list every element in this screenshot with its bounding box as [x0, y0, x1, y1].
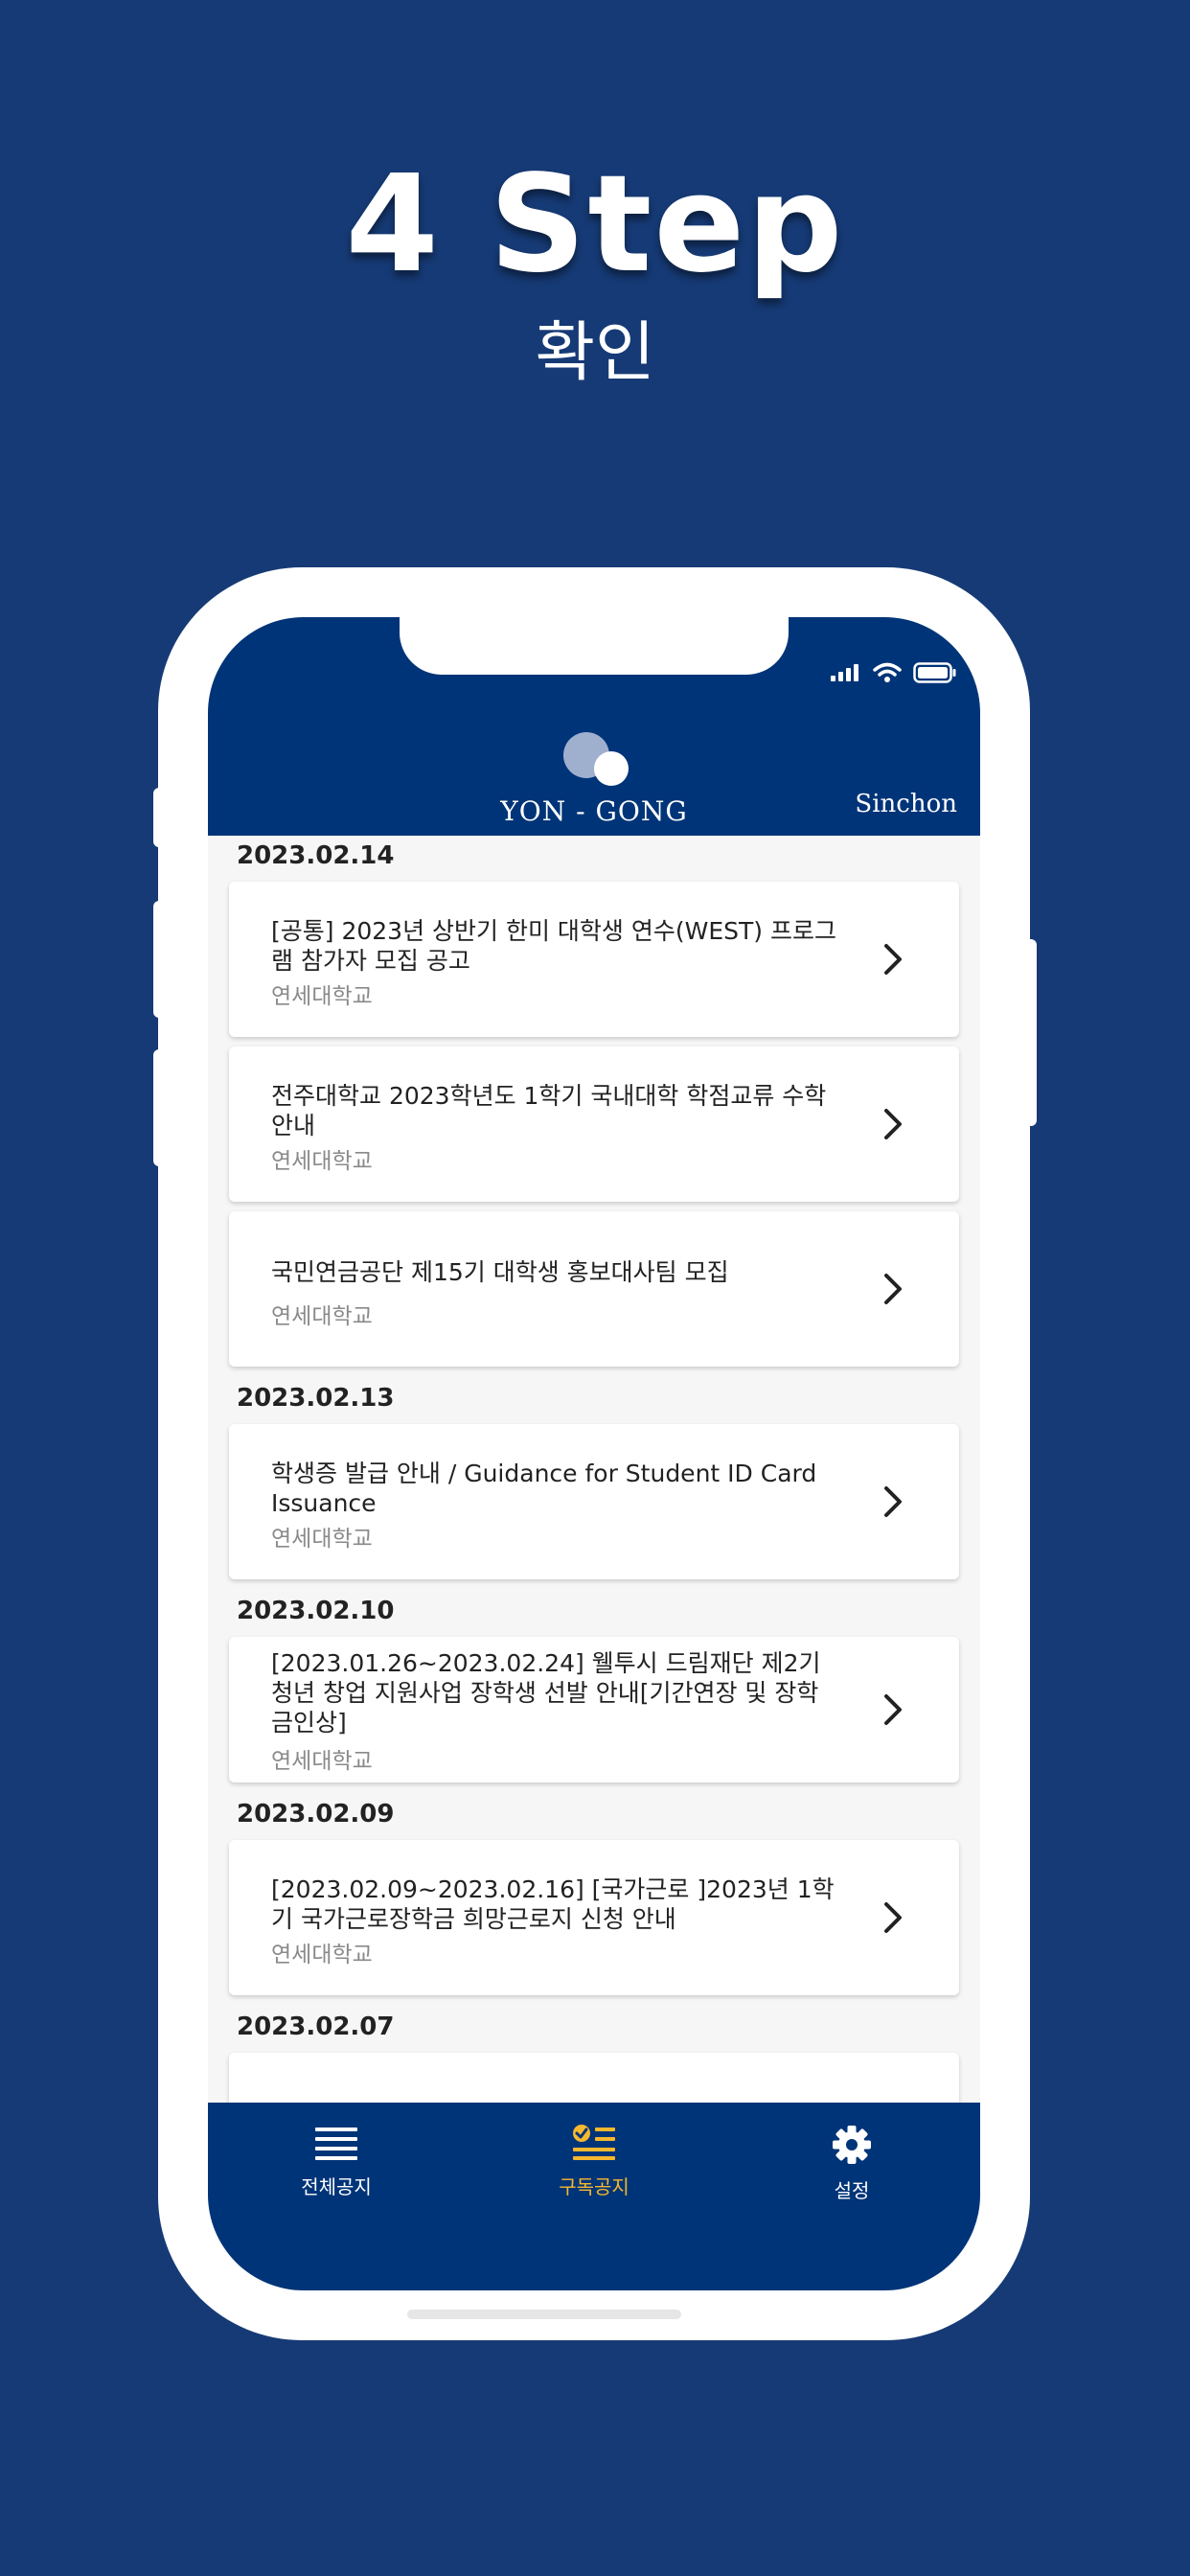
notice-source: 연세대학교 — [271, 1149, 373, 1174]
notice-list[interactable]: 2023.02.14 [공통] 2023년 상반기 한미 대학생 연수(WEST… — [208, 836, 980, 2103]
date-header: 2023.02.07 — [237, 2012, 395, 2041]
chevron-right-icon — [884, 944, 902, 975]
chevron-right-icon — [884, 1274, 902, 1304]
date-header: 2023.02.13 — [237, 1384, 395, 1413]
gear-icon — [833, 2126, 871, 2164]
notice-source: 연세대학교 — [271, 1749, 373, 1774]
date-header: 2023.02.10 — [237, 1597, 395, 1625]
notice-title: [공통] 2023년 상반기 한미 대학생 연수(WEST) 프로그램 참가자 … — [271, 917, 836, 975]
date-header: 2023.02.14 — [237, 841, 395, 870]
date-header: 2023.02.09 — [237, 1800, 395, 1828]
notice-title: 국민연금공단 제15기 대학생 홍보대사팀 모집 — [271, 1258, 729, 1286]
status-bar — [831, 659, 957, 686]
tab-label: 설정 — [834, 2179, 870, 2202]
promo-subtitle: 확인 — [535, 315, 655, 391]
notice-title: 학생증 발급 안내 / Guidance for Student ID Card… — [271, 1460, 817, 1517]
notice-source: 연세대학교 — [271, 1304, 373, 1329]
notice-title: [2023.01.26~2023.02.24] 웰투시 드림재단 제2기 청년 … — [271, 1649, 821, 1736]
battery-icon — [913, 662, 956, 683]
tab-settings[interactable]: 설정 — [756, 2124, 948, 2203]
home-indicator[interactable] — [407, 2310, 681, 2319]
chevron-right-icon — [884, 1902, 902, 1933]
chevron-right-icon — [884, 1109, 902, 1139]
notice-card[interactable]: [공통] 2023년 상반기 한미 대학생 연수(WEST) 프로그램 참가자 … — [229, 882, 959, 1037]
notice-source: 연세대학교 — [271, 1527, 373, 1552]
phone-screen: YON - GONG Sinchon 2023.02.14 [공통] 2023년… — [208, 617, 980, 2290]
notice-title: [2023.02.09~2023.02.16] [국가근로 ]2023년 1학기… — [271, 1875, 835, 1933]
logo-mark — [556, 732, 632, 790]
tab-label: 구독공지 — [559, 2175, 629, 2198]
chevron-right-icon — [884, 1486, 902, 1517]
phone-frame: YON - GONG Sinchon 2023.02.14 [공통] 2023년… — [158, 567, 1030, 2340]
notice-source: 연세대학교 — [271, 1943, 373, 1967]
bottom-tab-bar: 전체공지 구독공지 설정 — [208, 2103, 980, 2290]
tab-label: 전체공지 — [301, 2175, 372, 2198]
notice-source: 연세대학교 — [271, 984, 373, 1009]
tab-subscribed-notices[interactable]: 구독공지 — [498, 2124, 690, 2199]
notice-card[interactable]: 전주대학교 2023학년도 1학기 국내대학 학점교류 수학 안내 연세대학교 — [229, 1046, 959, 1202]
chevron-right-icon — [884, 1694, 902, 1725]
list-icon — [315, 2128, 357, 2160]
campus-selector[interactable]: Sinchon — [855, 790, 957, 818]
app-header: YON - GONG Sinchon — [208, 617, 980, 836]
notice-card[interactable]: 학생증 발급 안내 / Guidance for Student ID Card… — [229, 1424, 959, 1579]
cellular-signal-icon — [831, 664, 858, 681]
notice-card[interactable] — [229, 2053, 959, 2103]
notice-card[interactable]: [2023.01.26~2023.02.24] 웰투시 드림재단 제2기 청년 … — [229, 1637, 959, 1782]
notice-title: 전주대학교 2023학년도 1학기 국내대학 학점교류 수학 안내 — [271, 1082, 827, 1139]
notice-card[interactable]: 국민연금공단 제15기 대학생 홍보대사팀 모집 연세대학교 — [229, 1211, 959, 1367]
promo-title: 4 Step — [345, 147, 845, 303]
phone-notch — [400, 617, 789, 675]
tab-all-notices[interactable]: 전체공지 — [240, 2124, 432, 2199]
checklist-icon — [573, 2125, 615, 2160]
wifi-icon — [873, 662, 902, 682]
notice-card[interactable]: [2023.02.09~2023.02.16] [국가근로 ]2023년 1학기… — [229, 1840, 959, 1995]
